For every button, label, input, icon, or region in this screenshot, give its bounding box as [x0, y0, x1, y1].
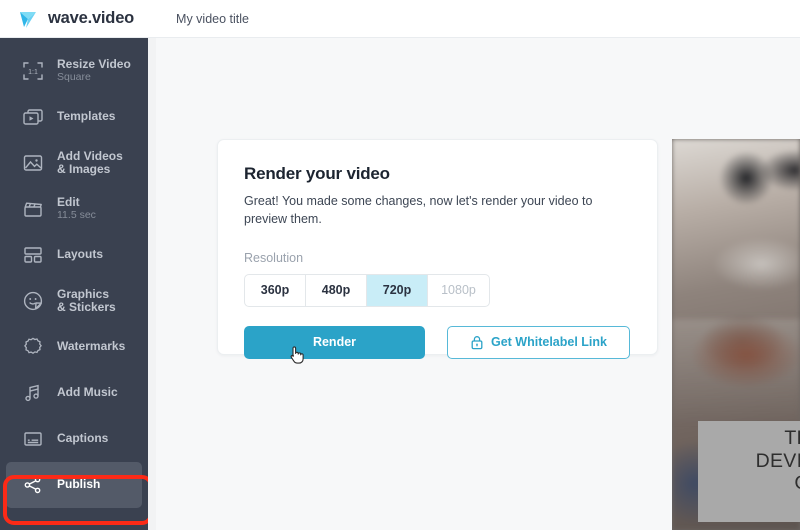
- preview-caption-overlay: THIS DEVICE GUI: [698, 421, 800, 522]
- sidebar-item-labels: Watermarks: [57, 339, 126, 354]
- sidebar-label-graphics-stickers: Graphics & Stickers: [57, 286, 116, 314]
- render-card-body: Render your video Great! You made some c…: [218, 140, 657, 364]
- sidebar-item-add-videos-images[interactable]: Add Videos & Images: [6, 140, 142, 186]
- sidebar: 1:1 Resize Video Square Templates Add Vi…: [0, 38, 153, 530]
- sidebar-item-labels: Captions: [57, 431, 109, 446]
- wave-play-logo-icon: [18, 8, 40, 30]
- watermark-badge-icon: [20, 334, 46, 360]
- preview-caption-line-3: GUI: [698, 472, 800, 495]
- brand-logo-text: wave.video: [48, 9, 135, 27]
- sidebar-label-templates: Templates: [57, 109, 116, 124]
- sidebar-label-captions: Captions: [57, 431, 109, 446]
- app-header: wave.video My video title: [0, 0, 800, 38]
- sidebar-item-add-music[interactable]: Add Music: [6, 370, 142, 416]
- preview-photo-shelf: [672, 318, 800, 421]
- captions-icon: [20, 426, 46, 452]
- templates-icon: [20, 104, 46, 130]
- card-description: Great! You made some changes, now let's …: [244, 194, 593, 226]
- page-title: Render your video: [244, 164, 390, 183]
- render-video-card: Render your video Great! You made some c…: [217, 139, 658, 364]
- resolution-option-1080p: 1080p: [441, 283, 476, 297]
- sidebar-item-labels: Graphics & Stickers: [57, 286, 116, 315]
- sidebar-item-graphics-stickers[interactable]: Graphics & Stickers: [6, 278, 142, 324]
- resolution-option-720p[interactable]: 720p: [367, 274, 428, 306]
- render-button[interactable]: Render: [244, 325, 425, 364]
- sidebar-item-watermarks[interactable]: Watermarks: [6, 324, 142, 370]
- resolution-segmented-control[interactable]: 360p 480p 720p 1080p: [244, 273, 490, 307]
- sticker-smiley-icon: [20, 288, 46, 314]
- sidebar-label-resize-video: Resize Video: [57, 56, 131, 71]
- sidebar-sub-edit: 11.5 sec: [57, 209, 96, 222]
- share-nodes-icon: [20, 472, 46, 498]
- sidebar-item-labels: Layouts: [57, 247, 104, 262]
- app-root: wave.video My video title 1:1 Resize Vid…: [0, 0, 800, 530]
- clapperboard-icon: [20, 196, 46, 222]
- sidebar-item-resize-video[interactable]: 1:1 Resize Video Square: [6, 48, 142, 94]
- resolution-option-360p[interactable]: 360p: [245, 274, 306, 306]
- image-icon: [20, 150, 46, 176]
- brand-logo[interactable]: wave.video: [18, 8, 134, 30]
- resolution-option-480p[interactable]: 480p: [306, 274, 367, 306]
- sidebar-item-publish[interactable]: Publish: [6, 462, 142, 508]
- sidebar-label-layouts: Layouts: [57, 247, 104, 262]
- svg-text:1:1: 1:1: [28, 69, 38, 76]
- sidebar-label-add-videos-images: Add Videos & Images: [57, 148, 123, 176]
- music-note-icon: [20, 380, 46, 406]
- sidebar-item-labels: Edit 11.5 sec: [57, 194, 96, 222]
- sidebar-item-labels: Templates: [57, 109, 116, 124]
- sidebar-item-layouts[interactable]: Layouts: [6, 232, 142, 278]
- get-whitelabel-link-button[interactable]: Get Whitelabel Link: [447, 325, 630, 359]
- preview-caption-line-1: THIS: [784, 427, 800, 449]
- resolution-label: Resolution: [244, 250, 304, 265]
- sidebar-item-labels: Resize Video Square: [57, 56, 131, 84]
- document-title[interactable]: My video title: [176, 12, 249, 26]
- sidebar-item-labels: Publish: [57, 477, 101, 492]
- sidebar-label-publish: Publish: [57, 477, 101, 492]
- layouts-icon: [20, 242, 46, 268]
- sidebar-item-labels: Add Videos & Images: [57, 148, 123, 177]
- sidebar-item-edit[interactable]: Edit 11.5 sec: [6, 186, 142, 232]
- lock-icon: [470, 335, 484, 350]
- get-whitelabel-link-label: Get Whitelabel Link: [491, 335, 607, 349]
- sidebar-item-templates[interactable]: Templates: [6, 94, 142, 140]
- preview-caption-line-2: DEVICE: [755, 449, 800, 472]
- sidebar-label-watermarks: Watermarks: [57, 339, 126, 354]
- sidebar-item-labels: Add Music: [57, 385, 118, 400]
- sidebar-sub-resize-video: Square: [57, 71, 91, 84]
- sidebar-item-captions[interactable]: Captions: [6, 416, 142, 462]
- sidebar-label-add-music: Add Music: [57, 385, 118, 400]
- render-button-label: Render: [312, 335, 357, 349]
- sidebar-label-edit: Edit: [57, 194, 80, 209]
- main-content: Render your video Great! You made some c…: [156, 38, 800, 530]
- resize-frame-icon: 1:1: [20, 58, 46, 84]
- pointing-hand-cursor: [288, 344, 305, 364]
- sidebar-scrollbar[interactable]: [148, 38, 156, 530]
- video-preview[interactable]: THIS DEVICE GUI: [672, 139, 800, 530]
- card-actions: Render Get Whitelabel Link: [244, 325, 631, 364]
